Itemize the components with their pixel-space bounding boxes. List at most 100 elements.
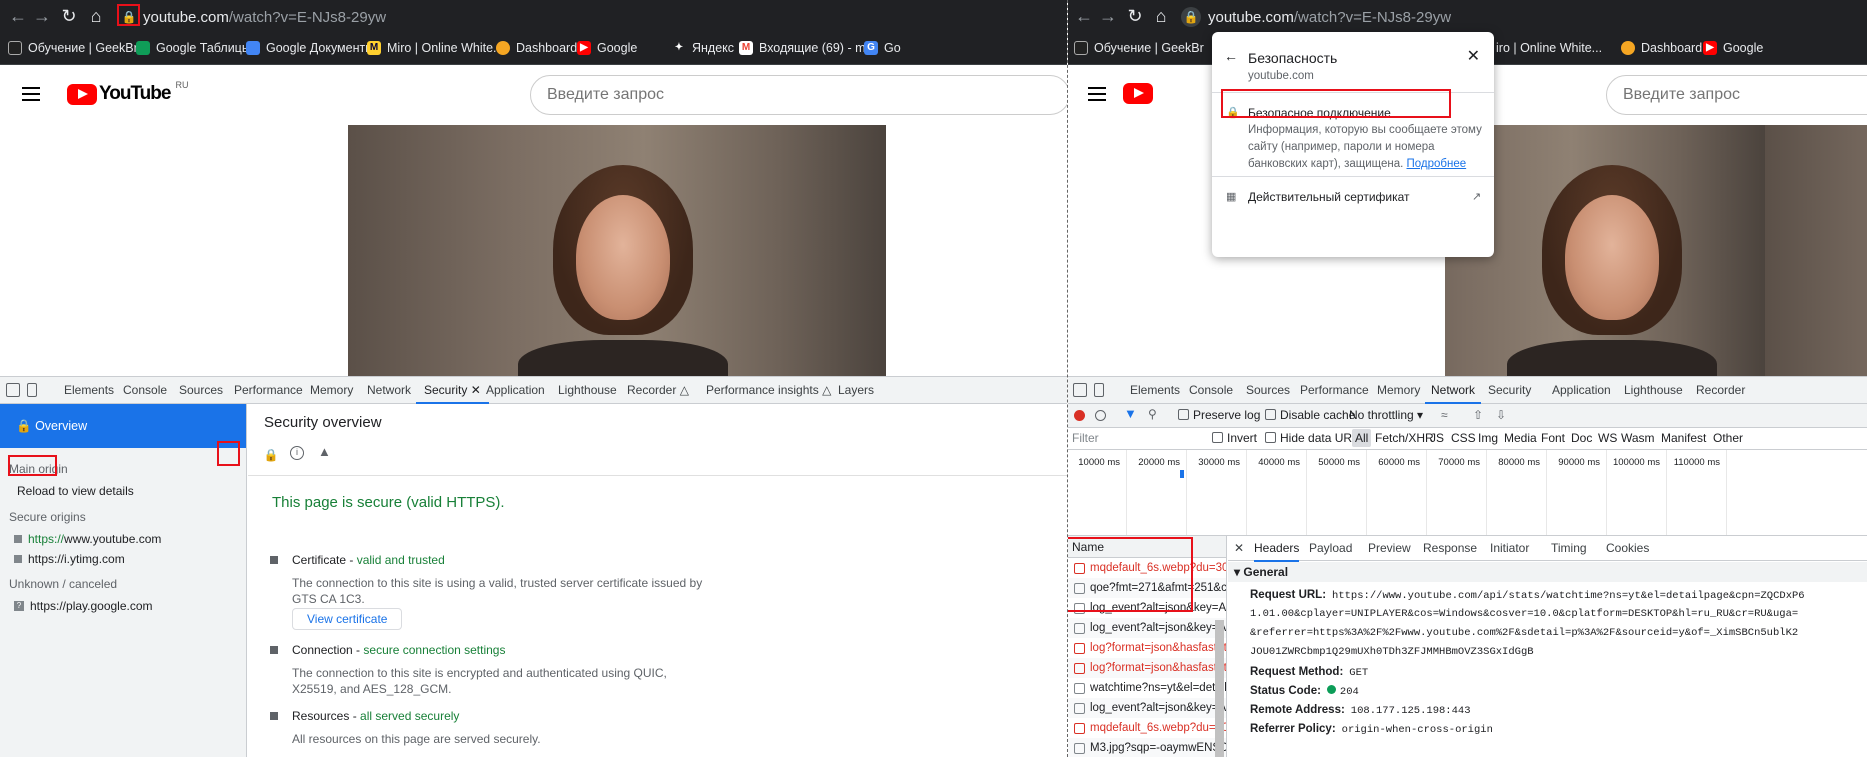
tab-performance[interactable]: Performance: [1300, 377, 1369, 404]
tab-elements[interactable]: Elements: [1130, 377, 1180, 404]
inspect-icon[interactable]: [6, 383, 20, 397]
bookmark-google[interactable]: ▶ Google: [1703, 41, 1763, 55]
hide-data-urls-checkbox[interactable]: Hide data URLs: [1265, 431, 1365, 445]
tab-network[interactable]: Network: [1425, 377, 1482, 404]
preserve-log-checkbox[interactable]: Preserve log: [1178, 408, 1260, 422]
request-row[interactable]: mqdefault_6s.webp?du=3000: [1068, 558, 1226, 578]
sidebar-item-reload[interactable]: Reload to view details: [17, 484, 134, 498]
request-row[interactable]: mqdefault_6s.webp?du=3000: [1068, 718, 1226, 738]
tab-preview[interactable]: Preview: [1368, 536, 1411, 560]
invert-checkbox[interactable]: Invert: [1212, 431, 1257, 445]
bookmark-google[interactable]: ▶ Google: [577, 41, 637, 55]
type-filter-manifest[interactable]: Manifest: [1661, 431, 1706, 445]
bookmark-go[interactable]: G Go: [864, 41, 901, 55]
url-text[interactable]: youtube.com/watch?v=E-NJs8-29yw: [143, 9, 386, 26]
certificate-item[interactable]: Действительный сертификат: [1248, 190, 1410, 204]
request-row[interactable]: log_event?alt=json&key=AIza: [1068, 598, 1226, 618]
request-row[interactable]: M3.jpg?sqp=-oaymwENSDfyq: [1068, 738, 1226, 757]
bookmark-geekbrains[interactable]: Обучение | GeekBr...: [8, 41, 147, 55]
request-row[interactable]: qoe?fmt=271&afmt=251&cp: [1068, 578, 1226, 598]
general-section-header[interactable]: ▾ General: [1228, 562, 1867, 582]
youtube-logo[interactable]: YouTube RU: [67, 80, 188, 105]
type-filter-all[interactable]: All: [1352, 429, 1372, 447]
bookmark-google-docs[interactable]: Google Документы: [246, 41, 374, 55]
wifi-icon[interactable]: ≈: [1441, 408, 1448, 422]
menu-icon[interactable]: [1088, 87, 1106, 101]
tab-headers[interactable]: Headers: [1254, 536, 1300, 562]
device-toolbar-icon[interactable]: [1094, 383, 1104, 397]
tab-lighthouse[interactable]: Lighthouse: [1624, 377, 1683, 404]
tab-performance[interactable]: Performance: [234, 377, 303, 404]
bookmark-geekbrains[interactable]: Обучение | GeekBr: [1074, 41, 1204, 55]
type-filter-js[interactable]: JS: [1430, 431, 1444, 445]
back-icon[interactable]: ←: [1072, 6, 1096, 27]
tab-application[interactable]: Application: [486, 377, 545, 404]
video-player[interactable]: [1445, 125, 1867, 376]
video-player[interactable]: [348, 125, 886, 376]
tab-initiator[interactable]: Initiator: [1490, 536, 1529, 560]
throttling-select[interactable]: No throttling ▾: [1349, 408, 1423, 422]
name-column-header[interactable]: Name: [1068, 536, 1226, 558]
tab-timing[interactable]: Timing: [1551, 536, 1587, 560]
type-filter-doc[interactable]: Doc: [1571, 431, 1592, 445]
sidebar-item-play-google[interactable]: ? https://play.google.com: [14, 599, 153, 613]
tab-performance-insights[interactable]: Performance insights △: [706, 377, 831, 404]
menu-icon[interactable]: [22, 87, 40, 101]
bookmark-inbox[interactable]: M Входящие (69) - m...: [739, 41, 876, 55]
tab-cookies[interactable]: Cookies: [1606, 536, 1649, 560]
request-row[interactable]: log?format=json&hasfast=tru: [1068, 638, 1226, 658]
type-filter-media[interactable]: Media: [1504, 431, 1537, 445]
sidebar-item-ytimg[interactable]: https://i.ytimg.com: [14, 552, 125, 566]
device-toolbar-icon[interactable]: [27, 383, 37, 397]
tab-layers[interactable]: Layers: [838, 377, 874, 404]
back-icon[interactable]: ←: [6, 6, 30, 27]
home-icon[interactable]: ⌂: [1149, 6, 1173, 27]
reload-icon[interactable]: ↻: [57, 6, 81, 27]
request-row[interactable]: log?format=json&hasfast=tru: [1068, 658, 1226, 678]
close-tab-icon[interactable]: ✕: [471, 383, 481, 397]
tab-memory[interactable]: Memory: [310, 377, 353, 404]
request-row[interactable]: watchtime?ns=yt&el=detailp: [1068, 678, 1226, 698]
lock-icon[interactable]: 🔒: [119, 7, 139, 27]
type-filter-fetch[interactable]: Fetch/XHR: [1375, 431, 1434, 445]
tab-console[interactable]: Console: [123, 377, 167, 404]
bookmark-yandex[interactable]: ✦ Яндекс: [672, 41, 734, 55]
sidebar-item-youtube[interactable]: https://www.youtube.com: [14, 532, 161, 546]
view-certificate-button[interactable]: View certificate: [292, 608, 403, 630]
request-list-scrollbar[interactable]: [1215, 620, 1224, 757]
bookmark-google-sheets[interactable]: Google Таблицы: [136, 41, 251, 55]
search-input[interactable]: Введите запрос: [530, 75, 1067, 115]
clear-icon[interactable]: [1095, 410, 1106, 421]
tab-payload[interactable]: Payload: [1309, 536, 1352, 560]
search-icon[interactable]: ⚲: [1148, 407, 1157, 421]
sidebar-item-overview[interactable]: 🔒 Overview: [0, 404, 246, 448]
type-filter-font[interactable]: Font: [1541, 431, 1565, 445]
tab-console[interactable]: Console: [1189, 377, 1233, 404]
tab-lighthouse[interactable]: Lighthouse: [558, 377, 617, 404]
tab-network[interactable]: Network: [367, 377, 411, 404]
inspect-icon[interactable]: [1073, 383, 1087, 397]
bookmark-dashboard[interactable]: Dashboard: [1621, 41, 1702, 55]
tab-security[interactable]: Security ✕: [416, 377, 489, 404]
learn-more-link[interactable]: Подробнее: [1407, 158, 1467, 170]
home-icon[interactable]: ⌂: [84, 6, 108, 27]
type-filter-wasm[interactable]: Wasm: [1621, 431, 1655, 445]
search-input[interactable]: Введите запрос: [1606, 75, 1867, 115]
request-row[interactable]: log_event?alt=json&key=AIza: [1068, 698, 1226, 718]
reload-icon[interactable]: ↻: [1123, 6, 1147, 27]
type-filter-ws[interactable]: WS: [1598, 431, 1617, 445]
bookmark-miro[interactable]: M Miro | Online White...: [367, 41, 503, 55]
youtube-logo[interactable]: [1123, 83, 1153, 104]
type-filter-other[interactable]: Other: [1713, 431, 1743, 445]
bookmark-dashboard[interactable]: Dashboard: [496, 41, 577, 55]
record-icon[interactable]: [1074, 410, 1085, 421]
tab-sources[interactable]: Sources: [179, 377, 223, 404]
tab-recorder[interactable]: Recorder: [1696, 377, 1745, 404]
filter-icon[interactable]: ▼: [1124, 406, 1137, 421]
disable-cache-checkbox[interactable]: Disable cache: [1265, 408, 1355, 422]
tab-sources[interactable]: Sources: [1246, 377, 1290, 404]
tab-elements[interactable]: Elements: [64, 377, 114, 404]
forward-icon[interactable]: →: [1096, 6, 1120, 27]
tab-recorder[interactable]: Recorder △: [627, 377, 689, 404]
secure-connection-label[interactable]: Безопасное подключение: [1248, 106, 1391, 120]
